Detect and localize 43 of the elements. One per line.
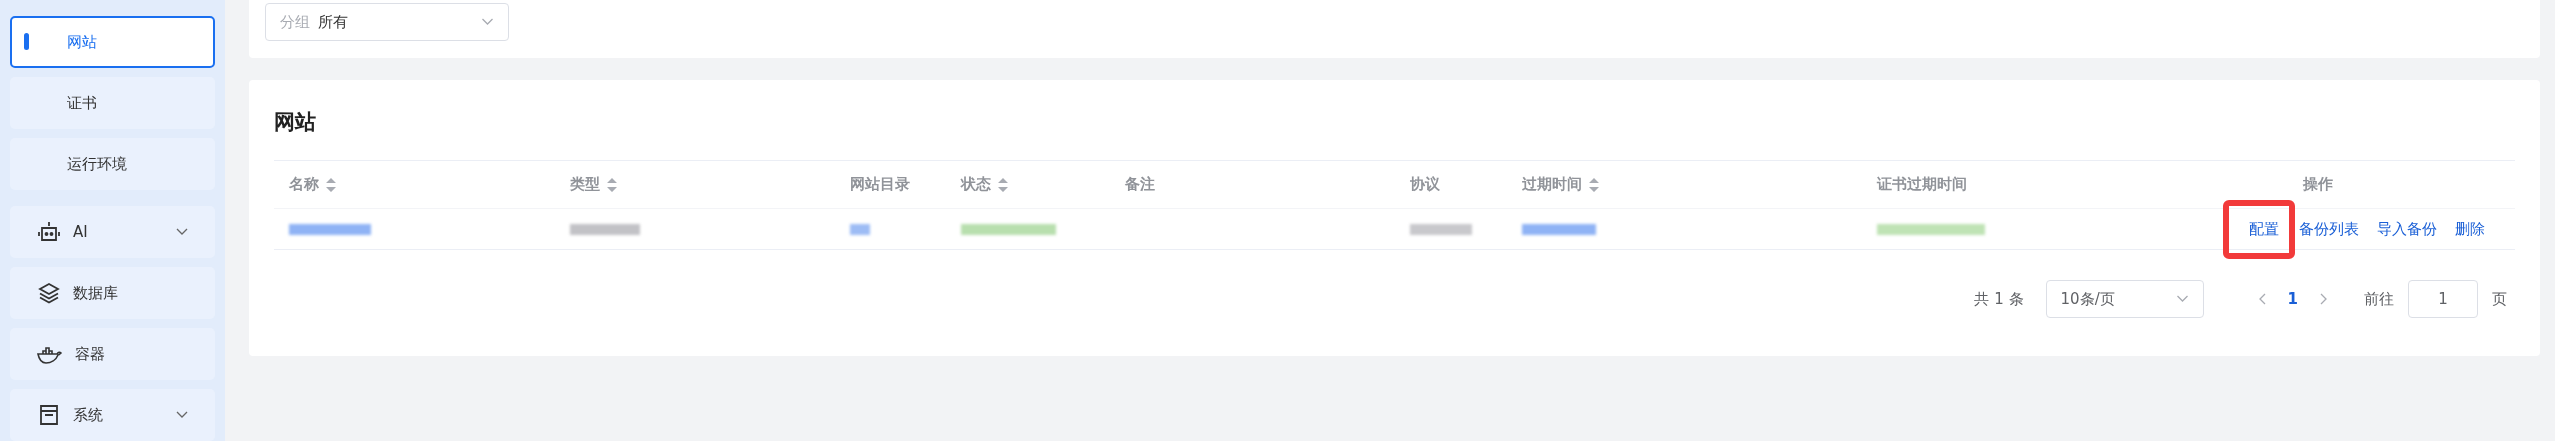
layers-icon <box>37 281 61 305</box>
total-count: 共 1 条 <box>1974 289 2024 309</box>
chevron-icon <box>481 18 494 26</box>
robot-icon <box>37 220 61 244</box>
column-header[interactable]: 过期时间 <box>1522 175 1599 194</box>
sidebar-item[interactable]: 运行环境 <box>10 138 215 190</box>
column-header: 证书过期时间 <box>1877 175 1967 194</box>
next-page-icon[interactable] <box>2320 293 2328 305</box>
group-select[interactable]: 分组 所有 <box>265 3 509 41</box>
column-header: 网站目录 <box>850 175 910 194</box>
selection-indicator <box>24 33 29 50</box>
sort-icon[interactable] <box>998 177 1008 192</box>
action-link[interactable]: 删除 <box>2455 219 2485 239</box>
sidebar-item[interactable]: 证书 <box>10 77 215 129</box>
select-prefix: 分组 <box>280 12 310 32</box>
sidebar-item[interactable]: 网站 <box>10 16 215 68</box>
page-number[interactable]: 1 <box>2281 290 2304 308</box>
select-value: 所有 <box>318 12 348 32</box>
whale-icon <box>37 344 63 364</box>
sidebar-item[interactable]: AI <box>10 206 215 258</box>
column-header: 协议 <box>1410 175 1440 194</box>
section-title: 网站 <box>274 109 317 136</box>
page-input[interactable]: 1 <box>2408 280 2478 318</box>
sort-icon[interactable] <box>1589 177 1599 192</box>
column-header[interactable]: 状态 <box>961 175 1008 194</box>
action-link[interactable]: 备份列表 <box>2299 219 2359 239</box>
action-link[interactable]: 导入备份 <box>2377 219 2437 239</box>
sort-icon[interactable] <box>607 177 617 192</box>
sidebar-item[interactable]: 容器 <box>10 328 215 380</box>
sort-icon[interactable] <box>326 177 336 192</box>
panel-icon <box>37 403 61 427</box>
chevron-icon <box>2175 295 2189 303</box>
page-size-select[interactable]: 10条/页 <box>2045 280 2204 318</box>
previous-page-icon[interactable] <box>2257 293 2266 305</box>
column-header[interactable]: 名称 <box>289 175 336 194</box>
sidebar-item[interactable]: 数据库 <box>10 267 215 319</box>
action-link[interactable]: 配置 <box>2223 199 2295 259</box>
sidebar-item[interactable]: 系统 <box>10 389 215 441</box>
page-suffix: 页 <box>2492 289 2507 309</box>
column-header: 操作 <box>2302 175 2333 194</box>
column-header: 备注 <box>1125 175 1155 194</box>
goto-label: 前往 <box>2364 289 2394 309</box>
column-header[interactable]: 类型 <box>570 175 617 194</box>
